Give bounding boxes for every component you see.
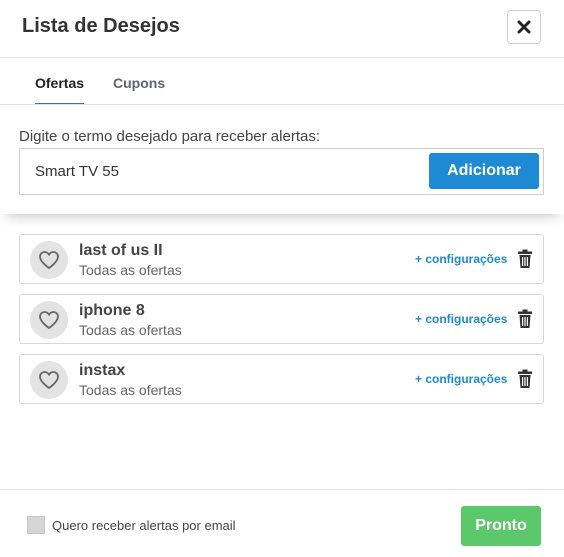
item-name: instax [79, 362, 126, 379]
dialog-footer: Quero receber alertas por email Pronto [0, 489, 564, 557]
configurations-link[interactable]: + configurações [415, 252, 507, 266]
heart-icon [39, 311, 59, 329]
done-button[interactable]: Pronto [461, 506, 541, 546]
email-alerts-label: Quero receber alertas por email [52, 518, 236, 533]
dialog-header: Lista de Desejos [0, 0, 564, 58]
item-subtitle: Todas as ofertas [79, 262, 182, 278]
item-subtitle: Todas as ofertas [79, 322, 182, 338]
search-label: Digite o termo desejado para receber ale… [19, 128, 320, 145]
item-subtitle: Todas as ofertas [79, 382, 182, 398]
trash-icon[interactable] [517, 249, 533, 269]
search-input[interactable] [35, 163, 415, 180]
item-name: last of us II [79, 242, 163, 259]
dialog-title: Lista de Desejos [22, 15, 180, 37]
add-button[interactable]: Adicionar [429, 153, 539, 189]
favorite-button[interactable] [30, 361, 68, 399]
tab-ofertas[interactable]: Ofertas [35, 75, 85, 106]
tab-cupons[interactable]: Cupons [113, 75, 165, 103]
list-item: iphone 8 Todas as ofertas + configuraçõe… [19, 294, 544, 344]
close-icon [517, 20, 531, 34]
close-button[interactable] [507, 10, 541, 44]
favorite-button[interactable] [30, 241, 68, 279]
search-panel: Digite o termo desejado para receber ale… [0, 104, 564, 214]
list-item: instax Todas as ofertas + configurações [19, 354, 544, 404]
heart-icon [39, 251, 59, 269]
list-item: last of us II Todas as ofertas + configu… [19, 234, 544, 284]
favorite-button[interactable] [30, 301, 68, 339]
configurations-link[interactable]: + configurações [415, 312, 507, 326]
tab-bar: Ofertas Cupons [0, 58, 564, 106]
item-name: iphone 8 [79, 302, 145, 319]
email-alerts-checkbox[interactable] [27, 516, 45, 534]
search-box: Adicionar [19, 148, 544, 195]
configurations-link[interactable]: + configurações [415, 372, 507, 386]
trash-icon[interactable] [517, 369, 533, 389]
heart-icon [39, 371, 59, 389]
trash-icon[interactable] [517, 309, 533, 329]
